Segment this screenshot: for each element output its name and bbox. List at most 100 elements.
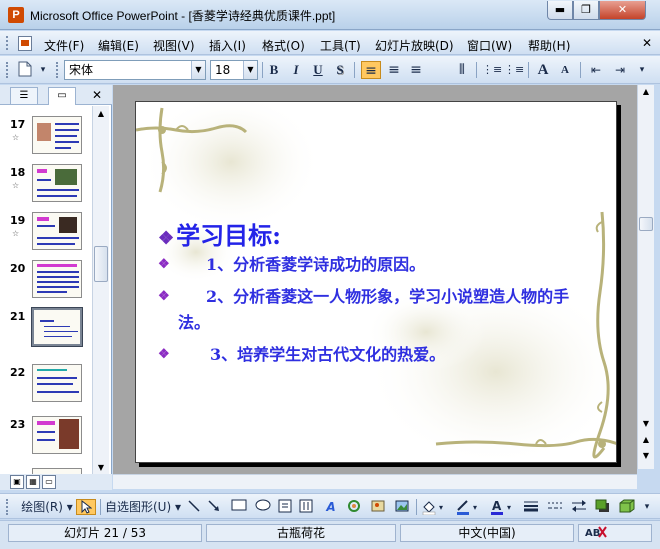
- slide-bullet-item[interactable]: ❖ 2、分析香菱这一人物形象，学习小说塑造人物的手法。: [158, 284, 590, 336]
- document-close-icon[interactable]: ✕: [642, 36, 652, 50]
- toolbar-options-icon[interactable]: ▾: [636, 61, 648, 79]
- scroll-up-icon[interactable]: ▲: [638, 85, 654, 99]
- increase-indent-icon[interactable]: ⇥: [610, 61, 630, 79]
- chevron-down-icon[interactable]: ▼: [243, 61, 257, 79]
- picture-icon[interactable]: [394, 499, 410, 515]
- toolbar-options-icon[interactable]: ▾: [642, 499, 652, 515]
- drawing-toolbar: 绘图(R) ▾ 自选图形(U) ▾ A ▾ ▾ A ▾ ▾: [0, 493, 660, 519]
- powerpoint-icon[interactable]: P: [8, 7, 24, 23]
- scroll-up-icon[interactable]: ▲: [93, 106, 109, 122]
- toolbar-grip[interactable]: [6, 62, 9, 78]
- slide-canvas[interactable]: ❖学习目标: ❖ 1、分析香菱学诗成功的原因。 ❖ 2、分析香菱这一人物形象，学…: [135, 101, 617, 463]
- line-color-icon[interactable]: ▾: [454, 499, 482, 515]
- bold-icon[interactable]: B: [266, 61, 282, 79]
- diamond-bullet-icon: ❖: [158, 257, 170, 272]
- menu-insert[interactable]: 插入(I): [209, 37, 246, 54]
- pane-close-icon[interactable]: ✕: [92, 88, 102, 102]
- distribute-icon[interactable]: ⫴: [452, 61, 472, 79]
- close-button[interactable]: ✕: [599, 1, 646, 20]
- shadow-icon[interactable]: S: [332, 61, 348, 79]
- rectangle-icon[interactable]: [230, 499, 248, 515]
- wordart-icon[interactable]: A: [322, 499, 340, 515]
- minimize-button[interactable]: ▬: [547, 1, 573, 20]
- maximize-button[interactable]: ❐: [573, 1, 599, 20]
- numbering-icon[interactable]: ⋮≡: [482, 61, 502, 79]
- tab-slides[interactable]: ▭: [48, 87, 76, 105]
- slide-thumbnail-image: [31, 307, 83, 347]
- italic-icon[interactable]: I: [288, 61, 304, 79]
- menu-view[interactable]: 视图(V): [153, 37, 195, 54]
- diagram-icon[interactable]: [346, 499, 362, 515]
- shadow-style-icon[interactable]: [594, 499, 612, 515]
- spelling-check-icon[interactable]: AB: [578, 524, 652, 542]
- toolbar-separator: [580, 62, 581, 78]
- previous-slide-icon[interactable]: ▲: [638, 433, 654, 447]
- fill-color-icon[interactable]: ▾: [420, 499, 448, 516]
- slide-scrollbar[interactable]: ▲ ▼ ▲ ▼: [637, 85, 654, 469]
- underline-icon[interactable]: U: [310, 61, 326, 79]
- scroll-down-icon[interactable]: ▼: [638, 417, 654, 431]
- textbox-icon[interactable]: [277, 499, 293, 515]
- align-center-icon[interactable]: ≡: [384, 61, 404, 79]
- language-indicator[interactable]: 中文(中国): [400, 524, 574, 542]
- scrollbar-thumb[interactable]: [94, 246, 108, 282]
- shrink-font-icon[interactable]: A: [556, 61, 574, 79]
- autoshapes-button[interactable]: 自选图形(U) ▾: [104, 499, 182, 515]
- font-color-icon[interactable]: A ▾: [488, 499, 516, 515]
- horizontal-scrollbar[interactable]: [113, 474, 637, 489]
- menu-edit[interactable]: 编辑(E): [98, 37, 139, 54]
- font-name-select[interactable]: 宋体 ▼: [64, 60, 206, 80]
- bullets-icon[interactable]: ⋮≡: [504, 61, 524, 79]
- normal-view-icon[interactable]: ▣: [10, 475, 24, 489]
- toolbar-dropdown-icon[interactable]: ▾: [38, 61, 48, 79]
- slideshow-view-icon[interactable]: ▭: [42, 475, 56, 489]
- 3d-style-icon[interactable]: [618, 499, 636, 515]
- slide-thumbnail-20[interactable]: 20: [0, 260, 92, 308]
- slide-thumbnail-21[interactable]: 21: [0, 307, 92, 356]
- align-left-icon[interactable]: ≡: [361, 61, 381, 79]
- vertical-textbox-icon[interactable]: [298, 499, 314, 515]
- decrease-indent-icon[interactable]: ⇤: [586, 61, 606, 79]
- svg-text:▾: ▾: [507, 503, 511, 512]
- autoshapes-label: 自选图形(U): [105, 500, 172, 514]
- arrow-style-icon[interactable]: [570, 499, 588, 515]
- scrollbar-thumb[interactable]: [639, 217, 653, 231]
- font-size-select[interactable]: 18 ▼: [210, 60, 258, 80]
- menu-format[interactable]: 格式(O): [262, 37, 305, 54]
- menu-grip[interactable]: [6, 36, 9, 50]
- line-style-icon[interactable]: [522, 499, 540, 515]
- dash-style-icon[interactable]: [546, 499, 564, 515]
- slide-bullet-item[interactable]: ❖ 1、分析香菱学诗成功的原因。: [158, 252, 578, 278]
- chevron-down-icon[interactable]: ▼: [191, 61, 205, 79]
- align-right-icon[interactable]: ≡: [406, 61, 426, 79]
- slide-thumbnail-22[interactable]: 22: [0, 364, 92, 412]
- diamond-bullet-icon: ❖: [158, 228, 175, 249]
- slide-thumbnail-19[interactable]: 19 ☆: [0, 212, 92, 260]
- slide-heading[interactable]: ❖学习目标:: [158, 216, 281, 251]
- grow-font-icon[interactable]: A: [533, 61, 553, 79]
- slide-sorter-view-icon[interactable]: ▦: [26, 475, 40, 489]
- menu-window[interactable]: 窗口(W): [467, 37, 512, 54]
- line-icon[interactable]: [186, 499, 202, 515]
- slide-number: 18: [10, 166, 26, 179]
- slide-thumbnail-23[interactable]: 23: [0, 416, 92, 464]
- arrow-icon[interactable]: [206, 499, 222, 515]
- menu-help[interactable]: 帮助(H): [528, 37, 570, 54]
- tab-outline[interactable]: ☰: [10, 87, 38, 104]
- clipart-icon[interactable]: [370, 499, 386, 515]
- document-icon[interactable]: [18, 36, 32, 51]
- thumbnail-scrollbar[interactable]: ▲ ▼: [92, 106, 109, 476]
- new-doc-icon[interactable]: [16, 61, 34, 79]
- menu-tools[interactable]: 工具(T): [320, 37, 361, 54]
- next-slide-icon[interactable]: ▼: [638, 449, 654, 463]
- select-arrow-icon[interactable]: [76, 499, 96, 515]
- toolbar-grip[interactable]: [6, 499, 9, 515]
- slide-thumbnail-18[interactable]: 18 ☆: [0, 164, 92, 212]
- slide-thumbnail-17[interactable]: 17 ☆: [0, 116, 92, 164]
- toolbar-grip-2[interactable]: [56, 62, 59, 78]
- draw-menu-button[interactable]: 绘图(R) ▾: [18, 499, 76, 515]
- menu-slideshow[interactable]: 幻灯片放映(D): [375, 37, 454, 54]
- slide-bullet-item[interactable]: ❖ 3、培养学生对古代文化的热爱。: [158, 342, 578, 368]
- oval-icon[interactable]: [254, 499, 272, 515]
- menu-file[interactable]: 文件(F): [44, 37, 84, 54]
